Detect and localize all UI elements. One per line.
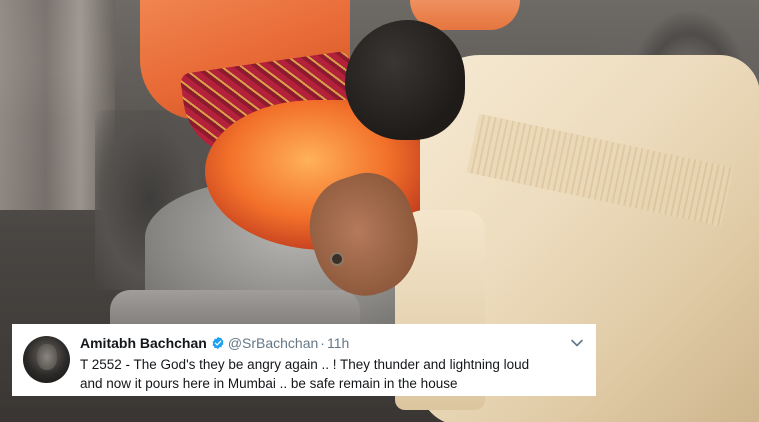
tweet-time[interactable]: 11h	[327, 335, 349, 351]
tweet-card: Amitabh Bachchan @SrBachchan · 11h T 2552 -…	[12, 324, 596, 396]
avatar-face	[37, 344, 57, 370]
tweet-text: T 2552 - The God's they be angry again .…	[80, 355, 580, 393]
avatar[interactable]	[23, 336, 70, 383]
tweet-text-line-1: T 2552 - The God's they be angry again .…	[80, 357, 530, 372]
user-handle[interactable]: @SrBachchan	[228, 335, 318, 351]
bowed-head	[345, 20, 465, 140]
tweet-header: Amitabh Bachchan @SrBachchan · 11h	[80, 334, 349, 352]
ring	[330, 252, 344, 266]
display-name[interactable]: Amitabh Bachchan	[80, 335, 207, 351]
chevron-down-icon[interactable]	[570, 336, 584, 350]
tweet-text-line-2: and now it pours here in Mumbai .. be sa…	[80, 376, 458, 391]
separator-dot: ·	[320, 335, 325, 351]
verified-badge-icon	[212, 336, 224, 350]
